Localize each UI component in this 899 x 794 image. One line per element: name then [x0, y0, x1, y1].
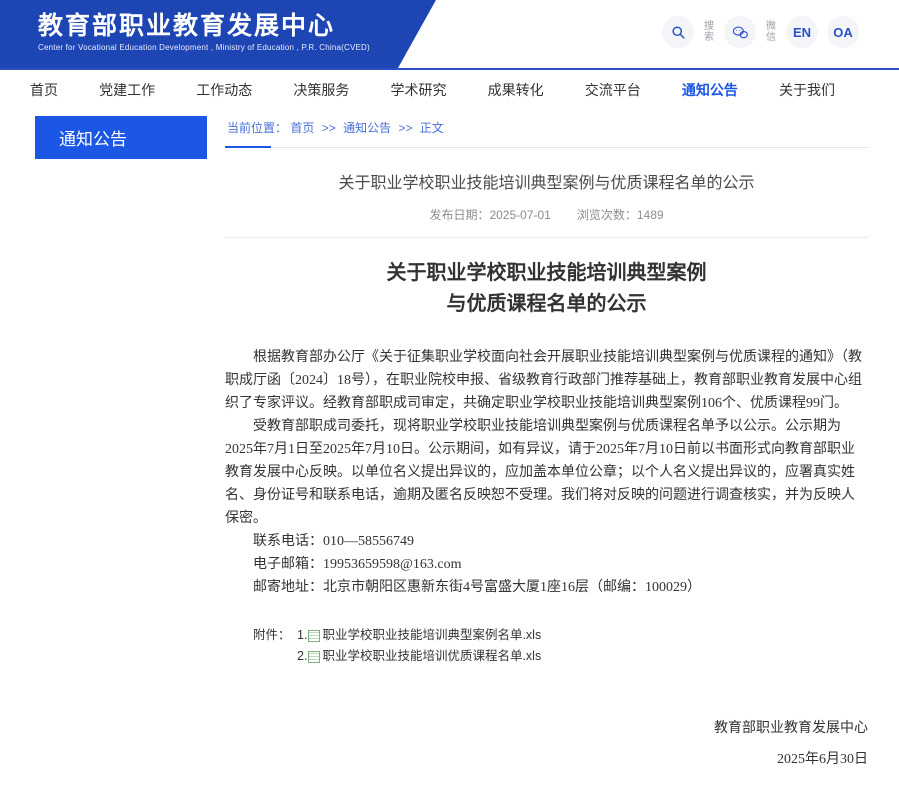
- attachment-index: 2.: [297, 646, 307, 667]
- breadcrumb-prefix: 当前位置：: [227, 121, 287, 135]
- breadcrumb-home[interactable]: 首页: [290, 121, 314, 135]
- nav-item-results-transfer[interactable]: 成果转化: [488, 80, 544, 100]
- main-nav: 首页 党建工作 工作动态 决策服务 学术研究 成果转化 交流平台 通知公告 关于…: [0, 70, 899, 110]
- address-value: 北京市朝阳区惠新东街4号富盛大厦1座16层（邮编：100029）: [323, 580, 701, 595]
- contact-phone: 联系电话：010—58556749: [225, 530, 868, 553]
- attachments: 附件： 1. 职业学校职业技能培训典型案例名单.xls 2. 职业学校职业技能培…: [225, 625, 868, 667]
- signature-date: 2025年6月30日: [225, 748, 868, 768]
- breadcrumb-separator: >>: [398, 121, 412, 135]
- email-value: 19953659598@163.com: [323, 557, 462, 572]
- views-label: 浏览次数：: [577, 208, 637, 222]
- page: 教育部职业教育发展中心 Center for Vocational Educat…: [0, 0, 899, 794]
- nav-item-policy-services[interactable]: 决策服务: [293, 80, 349, 100]
- wechat-button[interactable]: [724, 16, 756, 48]
- header-tools: 搜索 微信 EN OA: [662, 16, 859, 48]
- site-title: 教育部职业教育发展中心: [38, 11, 436, 41]
- document-heading-line2: 与优质课程名单的公示: [225, 289, 868, 320]
- nav-item-party-building[interactable]: 党建工作: [99, 80, 155, 100]
- page-title: 关于职业学校职业技能培训典型案例与优质课程名单的公示: [225, 169, 868, 193]
- phone-value: 010—58556749: [323, 534, 414, 549]
- nav-item-work-updates[interactable]: 工作动态: [196, 80, 252, 100]
- content-area: 当前位置： 首页 >> 通知公告 >> 正文 关于职业学校职业技能培训典型案例与…: [225, 110, 868, 794]
- sidebar: 通知公告: [0, 110, 225, 159]
- attachment-index: 1.: [297, 625, 307, 646]
- breadcrumb: 当前位置： 首页 >> 通知公告 >> 正文: [225, 110, 868, 148]
- wechat-icon: [732, 25, 749, 40]
- search-button[interactable]: [662, 16, 694, 48]
- contact-email: 电子邮箱：19953659598@163.com: [225, 553, 868, 576]
- paragraph: 根据教育部办公厅《关于征集职业学校面向社会开展职业技能培训典型案例与优质课程的通…: [225, 346, 868, 415]
- article-meta: 发布日期：2025-07-01 浏览次数：1489: [225, 206, 868, 223]
- address-label: 邮寄地址：: [253, 580, 323, 595]
- attachments-label: 附件：: [253, 625, 297, 646]
- attachment-link[interactable]: 职业学校职业技能培训典型案例名单.xls: [322, 625, 541, 646]
- attachment-row: 附件： 1. 职业学校职业技能培训典型案例名单.xls: [225, 625, 868, 646]
- en-button[interactable]: EN: [786, 16, 818, 48]
- breadcrumb-current: 正文: [420, 121, 444, 135]
- excel-file-icon: [308, 651, 320, 663]
- document-heading-line1: 关于职业学校职业技能培训典型案例: [225, 258, 868, 289]
- site-subtitle: Center for Vocational Education Developm…: [38, 43, 436, 52]
- signature-block: 教育部职业教育发展中心 2025年6月30日: [225, 717, 868, 768]
- breadcrumb-separator: >>: [322, 121, 336, 135]
- divider: [225, 237, 868, 238]
- wechat-label: 微信: [765, 21, 777, 43]
- nav-item-about-us[interactable]: 关于我们: [779, 80, 835, 100]
- nav-item-notices[interactable]: 通知公告: [682, 80, 738, 100]
- site-logo[interactable]: 教育部职业教育发展中心 Center for Vocational Educat…: [0, 0, 436, 68]
- document-heading: 关于职业学校职业技能培训典型案例 与优质课程名单的公示: [225, 258, 868, 320]
- search-label: 搜索: [703, 21, 715, 43]
- article-body: 根据教育部办公厅《关于征集职业学校面向社会开展职业技能培训典型案例与优质课程的通…: [225, 346, 868, 599]
- sidebar-item-notices[interactable]: 通知公告: [35, 116, 207, 159]
- publish-date: 2025-07-01: [489, 208, 550, 222]
- attachment-row: 2. 职业学校职业技能培训优质课程名单.xls: [225, 646, 868, 667]
- publish-date-label: 发布日期：: [429, 208, 489, 222]
- oa-button[interactable]: OA: [827, 16, 859, 48]
- email-label: 电子邮箱：: [253, 557, 323, 572]
- main-area: 通知公告 当前位置： 首页 >> 通知公告 >> 正文 关于职业学校职业技能培训…: [0, 110, 899, 794]
- excel-file-icon: [308, 630, 320, 642]
- nav-item-academic-research[interactable]: 学术研究: [391, 80, 447, 100]
- attachment-link[interactable]: 职业学校职业技能培训优质课程名单.xls: [322, 646, 541, 667]
- phone-label: 联系电话：: [253, 534, 323, 549]
- nav-item-home[interactable]: 首页: [30, 80, 58, 100]
- views-count: 1489: [637, 208, 664, 222]
- search-icon: [671, 25, 686, 40]
- breadcrumb-notices[interactable]: 通知公告: [343, 121, 391, 135]
- site-header: 教育部职业教育发展中心 Center for Vocational Educat…: [0, 0, 899, 70]
- nav-item-exchange-platform[interactable]: 交流平台: [585, 80, 641, 100]
- signature-org: 教育部职业教育发展中心: [225, 717, 868, 737]
- paragraph: 受教育部职成司委托，现将职业学校职业技能培训典型案例与优质课程名单予以公示。公示…: [225, 415, 868, 530]
- contact-address: 邮寄地址：北京市朝阳区惠新东街4号富盛大厦1座16层（邮编：100029）: [225, 576, 868, 599]
